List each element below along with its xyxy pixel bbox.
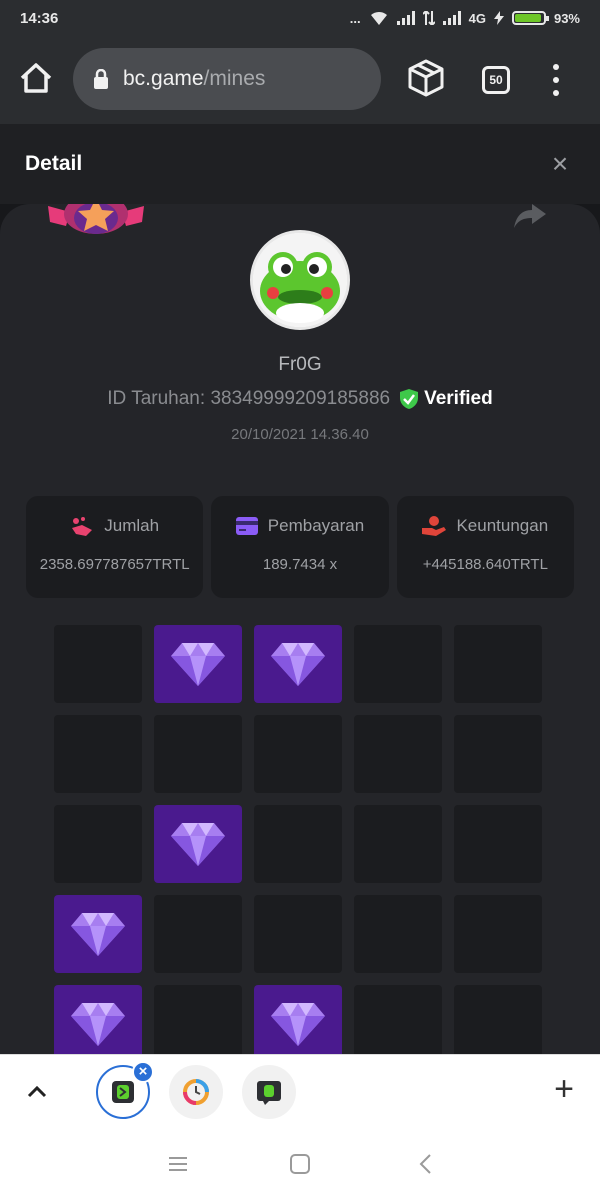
- battery-icon: [511, 11, 549, 25]
- detail-title: Detail: [25, 152, 83, 175]
- signal-icon: [396, 11, 415, 25]
- more-dots-icon: ...: [349, 10, 361, 26]
- grid-cell: [54, 805, 142, 883]
- wifi-icon: [370, 11, 387, 25]
- detail-header: Detail ×: [0, 124, 600, 204]
- data-transfer-icon: [422, 11, 435, 25]
- close-button[interactable]: ×: [546, 150, 574, 178]
- bet-id-row: ID Taruhan: 38349999209185886 Verified: [0, 388, 600, 410]
- gem-icon: [271, 1003, 325, 1046]
- back-chevron-icon[interactable]: [414, 1152, 438, 1176]
- mines-grid: [54, 625, 544, 1063]
- grid-cell: [354, 895, 442, 973]
- home-square-icon[interactable]: [288, 1152, 312, 1176]
- overflow-menu-icon[interactable]: [548, 64, 564, 96]
- grid-cell: [354, 985, 442, 1063]
- home-icon[interactable]: [18, 60, 54, 96]
- grid-cell: [354, 715, 442, 793]
- grid-cell: [454, 895, 542, 973]
- grid-cell-gem: [54, 895, 142, 973]
- status-icons: ... 4G 93%: [350, 10, 580, 26]
- tab-close-button[interactable]: ×: [132, 1061, 154, 1083]
- new-tab-button[interactable]: +: [548, 1072, 580, 1106]
- grid-cell-gem: [254, 625, 342, 703]
- bcgame-chat-icon: [257, 1081, 281, 1105]
- stat-amount-label: Jumlah: [104, 516, 160, 535]
- bet-stats: Jumlah 2358.697787657TRTL Pembayaran 189…: [26, 496, 574, 598]
- browser-toolbar: bc.game/mines 50: [0, 36, 600, 124]
- bet-id-label: ID Taruhan: 38349999209185886: [107, 388, 390, 410]
- grid-cell: [154, 895, 242, 973]
- stat-payout: Pembayaran 189.7434 x: [211, 496, 389, 598]
- battery-percent: 93%: [553, 10, 580, 26]
- stat-profit-label: Keuntungan: [456, 516, 549, 535]
- grid-cell: [454, 985, 542, 1063]
- stat-payout-label: Pembayaran: [267, 516, 365, 535]
- tab-switcher-button[interactable]: 50: [482, 66, 510, 94]
- network-type: 4G: [468, 10, 486, 26]
- address-bar[interactable]: bc.game/mines: [73, 48, 381, 110]
- grid-cell: [154, 715, 242, 793]
- timer-app-icon: [183, 1079, 209, 1105]
- stat-amount: Jumlah 2358.697787657TRTL: [26, 496, 204, 598]
- stat-profit-value: +445188.640TRTL: [422, 556, 548, 573]
- chevron-up-icon[interactable]: [24, 1079, 50, 1105]
- grid-cell-gem: [154, 625, 242, 703]
- grid-cell: [454, 805, 542, 883]
- shield-check-icon: [400, 389, 419, 409]
- grid-cell: [354, 625, 442, 703]
- grid-cell: [254, 715, 342, 793]
- bet-detail-card: Fr0G ID Taruhan: 38349999209185886 Verif…: [0, 204, 600, 1064]
- bet-date: 20/10/2021 14.36.40: [231, 426, 369, 443]
- profit-hand-icon: [422, 516, 447, 536]
- system-nav-bar: [0, 1128, 600, 1200]
- grid-cell: [254, 895, 342, 973]
- grid-cell: [354, 805, 442, 883]
- grid-cell-gem: [154, 805, 242, 883]
- url-domain: bc.game: [123, 67, 204, 90]
- cube-icon[interactable]: [406, 58, 446, 98]
- coins-hand-icon: [72, 517, 93, 536]
- recents-menu-icon[interactable]: [166, 1152, 190, 1176]
- medal-icon: [48, 204, 144, 234]
- gem-icon: [71, 913, 125, 956]
- avatar: [250, 230, 350, 330]
- grid-cell-gem: [54, 985, 142, 1063]
- charging-icon: [493, 11, 504, 25]
- bet-id-value: 38349999209185886: [210, 388, 391, 409]
- signal-icon-2: [442, 11, 461, 25]
- grid-cell: [454, 625, 542, 703]
- stat-profit: Keuntungan +445188.640TRTL: [396, 496, 574, 598]
- tab-bcgame-chat[interactable]: [242, 1065, 296, 1119]
- card-icon: [235, 517, 258, 535]
- stat-amount-value: 2358.697787657TRTL: [39, 556, 190, 573]
- grid-cell: [54, 625, 142, 703]
- bet-id-label-text: ID Taruhan:: [107, 388, 206, 409]
- tab-bcgame-active[interactable]: ×: [96, 1061, 154, 1119]
- grid-cell: [154, 985, 242, 1063]
- grid-cell-gem: [254, 985, 342, 1063]
- gem-icon: [171, 643, 225, 686]
- share-icon[interactable]: [514, 204, 546, 228]
- tab-timer[interactable]: [169, 1065, 223, 1119]
- bottom-tab-strip: × +: [0, 1054, 600, 1128]
- status-time: 14:36: [20, 10, 59, 27]
- status-bar: 14:36 ... 4G 93%: [0, 0, 600, 36]
- verified-label: Verified: [424, 388, 493, 409]
- gem-icon: [271, 643, 325, 686]
- gem-icon: [171, 823, 225, 866]
- frog-avatar-icon: [253, 233, 347, 327]
- url-path: /mines: [203, 67, 266, 90]
- grid-cell: [454, 715, 542, 793]
- lock-icon: [94, 69, 108, 89]
- gem-icon: [71, 1003, 125, 1046]
- grid-cell: [54, 715, 142, 793]
- verified-badge: Verified: [400, 388, 493, 410]
- stat-payout-value: 189.7434 x: [262, 556, 338, 573]
- username: Fr0G: [278, 354, 322, 375]
- grid-cell: [254, 805, 342, 883]
- bcgame-logo-icon: [112, 1081, 134, 1103]
